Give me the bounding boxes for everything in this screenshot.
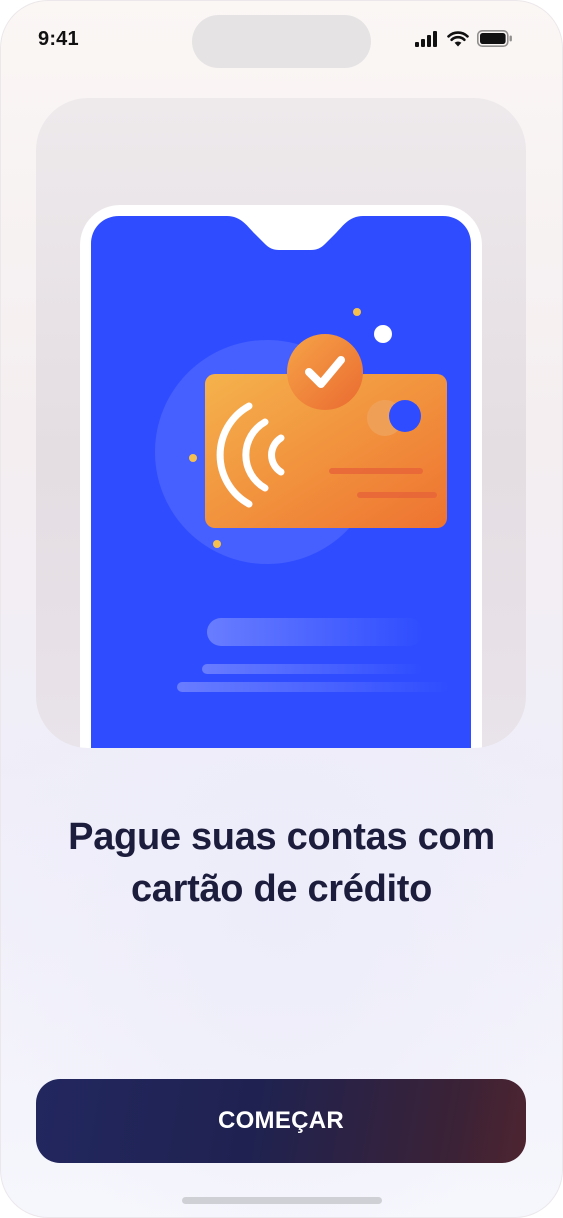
status-time: 9:41 [38, 28, 79, 50]
text-placeholder [202, 664, 422, 674]
decor-dot [353, 308, 361, 316]
app-screen: 9:41 Pague suas contas com cartão de cré… [0, 0, 563, 1218]
status-bar: 9:41 [0, 0, 563, 80]
title-line-1: Pague suas contas com [68, 816, 495, 859]
wifi-icon [447, 30, 469, 52]
card-line [357, 492, 437, 498]
page-title: Pague suas contas com cartão de crédito [20, 811, 543, 915]
start-button[interactable]: COMEÇAR [36, 1079, 526, 1163]
card-logo-circle [389, 400, 421, 432]
text-placeholder [207, 618, 423, 646]
decor-dot [189, 454, 197, 462]
battery-icon [477, 30, 513, 52]
check-badge [287, 334, 363, 410]
decor-dot [374, 325, 392, 343]
signal-icon [415, 30, 439, 52]
card-line [329, 468, 423, 474]
status-icons [415, 30, 513, 52]
decor-dot [213, 540, 221, 548]
dynamic-island [192, 15, 371, 68]
home-indicator [182, 1197, 382, 1204]
title-line-2: cartão de crédito [130, 868, 433, 911]
text-placeholder [177, 682, 449, 692]
hero-illustration [36, 98, 526, 748]
phone-screen-illustration [91, 216, 471, 748]
